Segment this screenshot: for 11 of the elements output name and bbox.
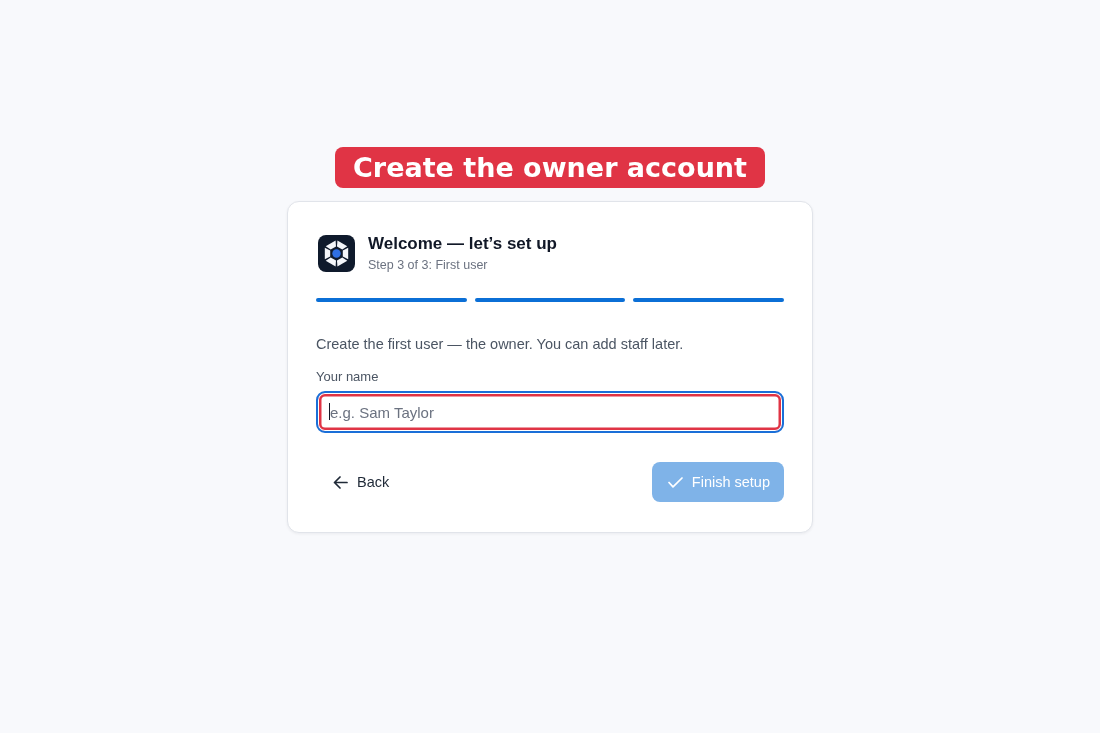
step-subtitle: Step 3 of 3: First user bbox=[368, 258, 489, 273]
callout-banner: Create the owner account bbox=[335, 147, 765, 188]
instruction-text: Create the first user — the owner. You can add staff later. bbox=[316, 335, 685, 354]
hexagon-logo-icon bbox=[318, 235, 355, 272]
left-arrow-icon bbox=[333, 475, 348, 489]
name-input-field[interactable]: e.g. Sam Taylor bbox=[316, 391, 784, 433]
text-caret-icon bbox=[329, 403, 330, 420]
check-icon bbox=[667, 476, 683, 488]
field-label: Your name bbox=[316, 369, 380, 385]
back-button[interactable]: Back bbox=[316, 462, 404, 502]
card-title: Welcome — let’s set up bbox=[368, 234, 557, 254]
